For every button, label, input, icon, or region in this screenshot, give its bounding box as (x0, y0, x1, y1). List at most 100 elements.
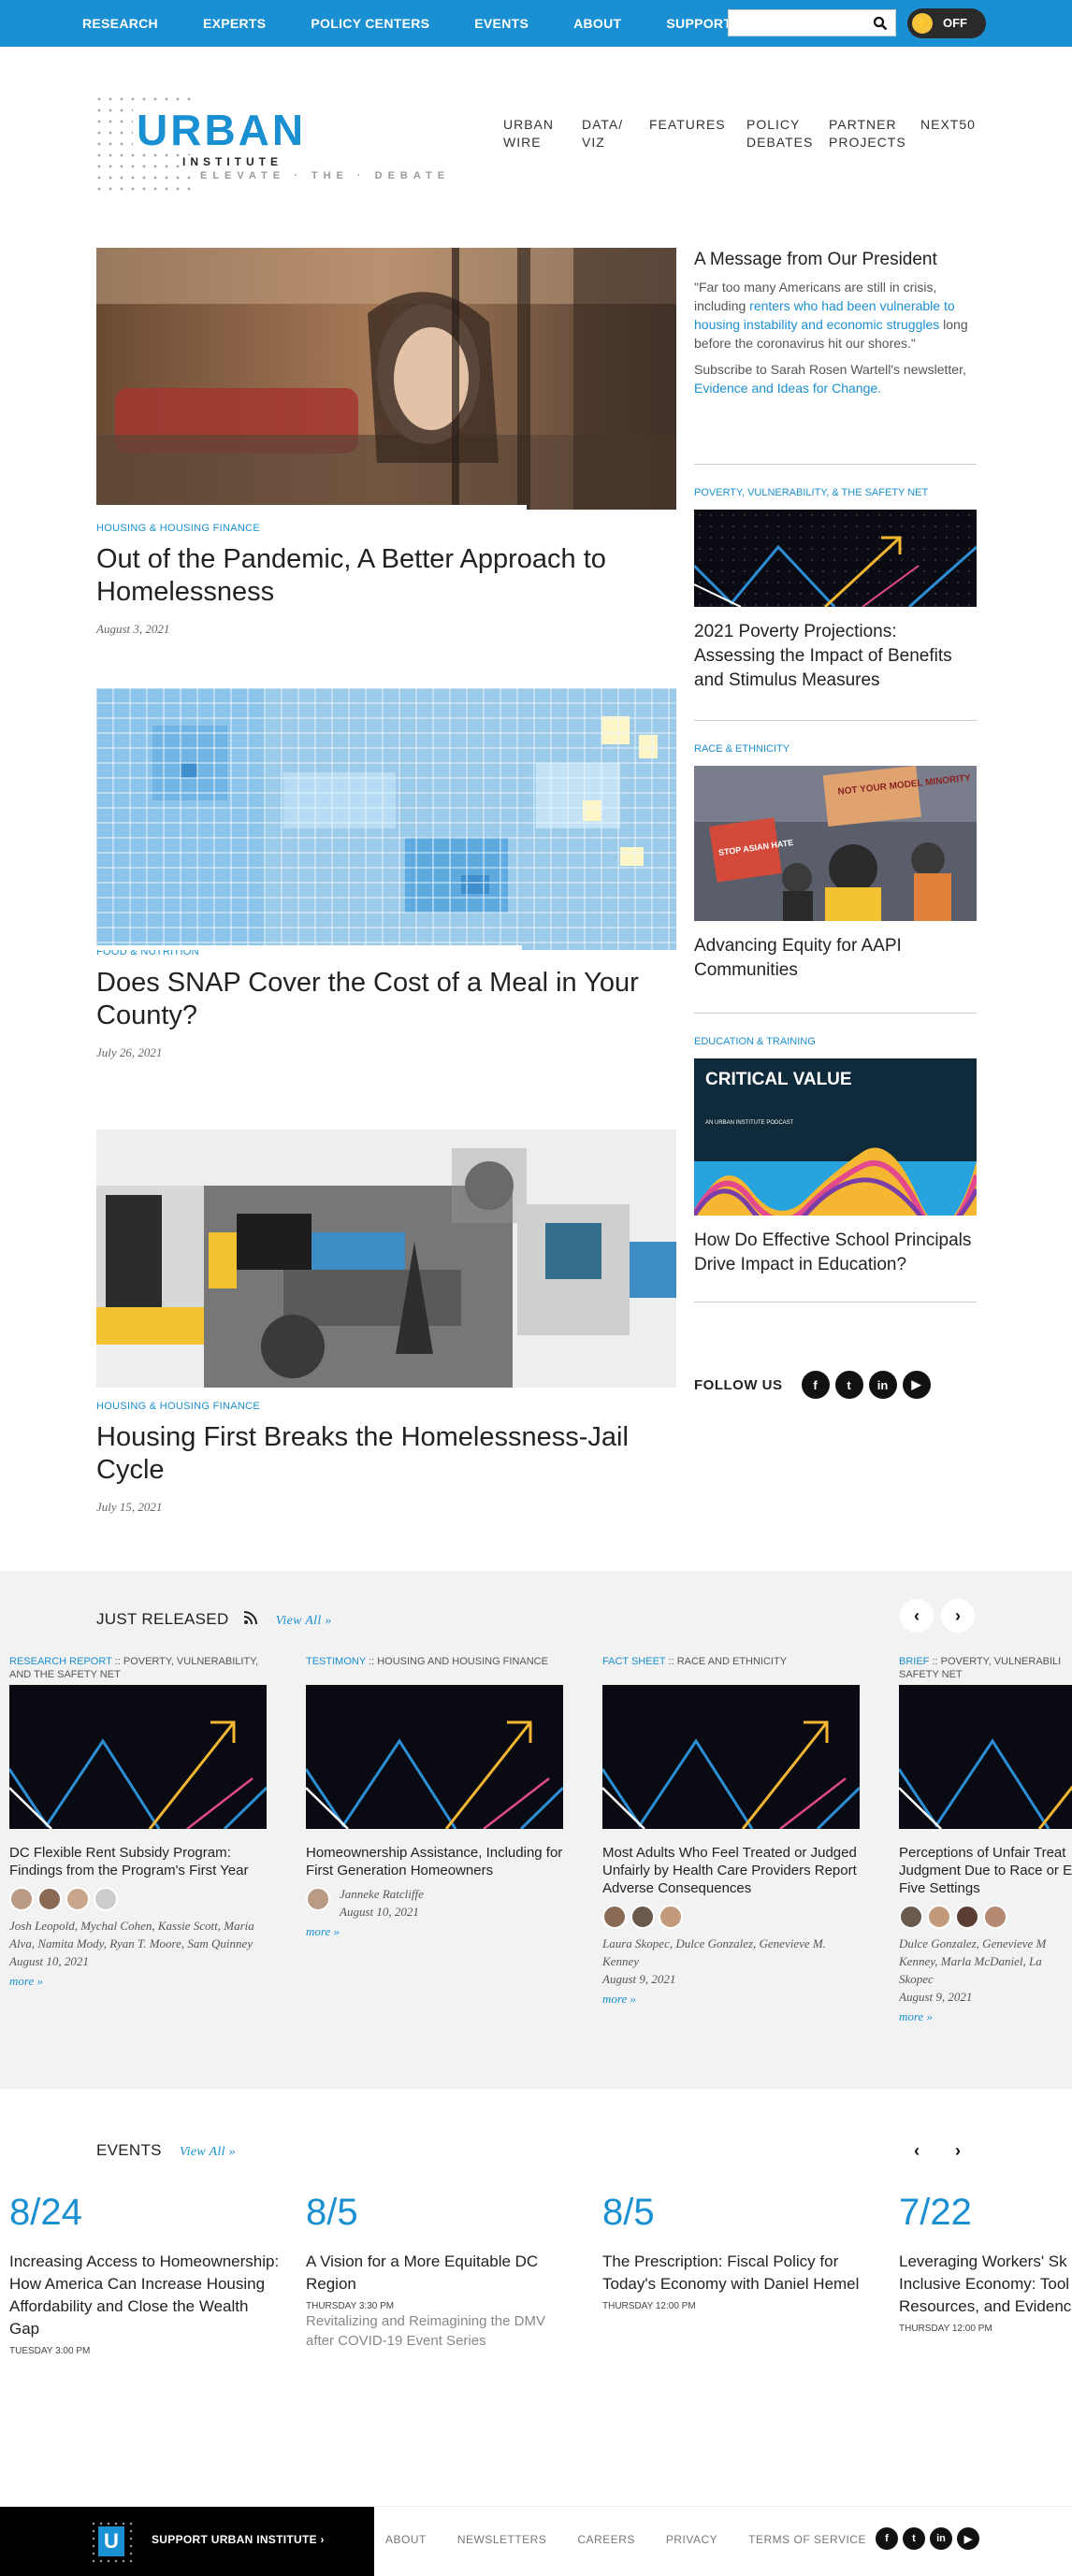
sidebar-image-aapi-rally[interactable]: NOT YOUR MODEL MINORITY STOP ASIAN HATE (694, 766, 977, 921)
dark-mode-toggle[interactable]: ⚡ OFF (907, 8, 986, 38)
event-date[interactable]: 7/22 (899, 2192, 1072, 2234)
avatar[interactable] (659, 1905, 683, 1929)
sidebar-category[interactable]: EDUCATION & TRAINING (694, 1036, 977, 1047)
avatar[interactable] (899, 1905, 923, 1929)
card-authors[interactable]: Dulce Gonzalez, Genevieve M Kenney, Marl… (899, 1935, 1072, 1988)
avatar[interactable] (9, 1887, 34, 1911)
footer-terms[interactable]: TERMS OF SERVICE (748, 2533, 866, 2546)
sidebar-category[interactable]: RACE & ETHNICITY (694, 743, 977, 755)
more-link[interactable]: more » (899, 2009, 1072, 2024)
feature-category[interactable]: HOUSING & HOUSING FINANCE (96, 523, 676, 534)
topnav-events[interactable]: EVENTS (474, 16, 529, 31)
footer-newsletters[interactable]: NEWSLETTERS (457, 2533, 547, 2546)
event-title[interactable]: A Vision for a More Equitable DC Region (306, 2251, 577, 2295)
card-topic[interactable]: HOUSING AND HOUSING FINANCE (377, 1656, 548, 1667)
facebook-icon[interactable]: f (876, 2527, 898, 2550)
avatar[interactable] (306, 1887, 330, 1911)
feature-image-housing-collage[interactable] (96, 1130, 676, 1388)
feature-image-county-map[interactable] (96, 688, 676, 950)
card-type[interactable]: TESTIMONY (306, 1656, 366, 1667)
avatar[interactable] (65, 1887, 90, 1911)
avatar[interactable] (37, 1887, 62, 1911)
sidebar-story[interactable]: POVERTY, VULNERABILITY, & THE SAFETY NET… (694, 464, 977, 693)
linkedin-icon[interactable]: in (868, 1371, 897, 1399)
footer-support-block[interactable]: U SUPPORT URBAN INSTITUTE › (0, 2507, 374, 2576)
footer-careers[interactable]: CAREERS (577, 2533, 635, 2546)
feature-category[interactable]: HOUSING & HOUSING FINANCE (96, 1401, 676, 1412)
release-card[interactable]: TESTIMONY :: HOUSING AND HOUSING FINANCE… (306, 1655, 563, 1939)
footer-logo[interactable]: U (90, 2520, 133, 2563)
card-type[interactable]: BRIEF (899, 1656, 929, 1667)
sidebar-image-critical-value-podcast[interactable]: CRITICAL VALUE AN URBAN INSTITUTE PODCAS… (694, 1058, 977, 1216)
nav-data-viz[interactable]: DATA/ VIZ (582, 116, 629, 151)
facebook-icon[interactable]: f (801, 1371, 830, 1399)
feature-title[interactable]: Housing First Breaks the Homelessness-Ja… (96, 1421, 676, 1487)
event-item[interactable]: 7/22 Leveraging Workers' Sk Inclusive Ec… (899, 2192, 1072, 2334)
card-image-graphic[interactable] (899, 1685, 1072, 1829)
feature-title[interactable]: Out of the Pandemic, A Better Approach t… (96, 543, 676, 609)
event-date[interactable]: 8/5 (602, 2192, 874, 2234)
feature-story[interactable]: FOOD & NUTRITION Does SNAP Cover the Cos… (96, 688, 676, 1060)
card-authors[interactable]: Laura Skopec, Dulce Gonzalez, Genevieve … (602, 1935, 860, 1970)
event-date[interactable]: 8/5 (306, 2192, 577, 2234)
nav-partner-projects[interactable]: PARTNER PROJECTS (829, 116, 905, 151)
topnav-support[interactable]: SUPPORT (666, 16, 732, 31)
card-image-graphic[interactable] (306, 1685, 563, 1829)
card-title[interactable]: DC Flexible Rent Subsidy Program: Findin… (9, 1844, 267, 1879)
avatar[interactable] (927, 1905, 951, 1929)
view-all-link[interactable]: View All » (276, 1614, 332, 1628)
card-image-graphic[interactable] (602, 1685, 860, 1829)
president-heading[interactable]: A Message from Our President (694, 250, 977, 270)
avatar[interactable] (602, 1905, 627, 1929)
linkedin-icon[interactable]: in (930, 2527, 952, 2550)
prev-arrow-icon[interactable]: ‹ (900, 1599, 934, 1633)
card-type[interactable]: FACT SHEET (602, 1656, 665, 1667)
twitter-icon[interactable]: t (903, 2527, 925, 2550)
prev-arrow-icon[interactable]: ‹ (900, 2134, 934, 2167)
event-item[interactable]: 8/24 Increasing Access to Homeownership:… (9, 2192, 281, 2356)
event-date[interactable]: 8/24 (9, 2192, 281, 2234)
footer-privacy[interactable]: PRIVACY (666, 2533, 717, 2546)
release-card[interactable]: RESEARCH REPORT :: POVERTY, VULNERABILIT… (9, 1655, 267, 1989)
topnav-research[interactable]: RESEARCH (82, 16, 158, 31)
newsletter-link[interactable]: Evidence and Ideas for Change. (694, 381, 881, 396)
sidebar-title[interactable]: 2021 Poverty Projections: Assessing the … (694, 620, 977, 693)
topnav-policy-centers[interactable]: POLICY CENTERS (311, 16, 429, 31)
more-link[interactable]: more » (9, 1974, 267, 1989)
feature-title[interactable]: Does SNAP Cover the Cost of a Meal in Yo… (96, 967, 676, 1032)
avatar[interactable] (983, 1905, 1007, 1929)
footer-about[interactable]: ABOUT (385, 2533, 427, 2546)
nav-urban-wire[interactable]: URBAN WIRE (503, 116, 561, 151)
card-image-graphic[interactable] (9, 1685, 267, 1829)
avatar[interactable] (955, 1905, 979, 1929)
urban-institute-logo[interactable]: URBAN INSTITUTE ELEVATE · THE · DEBATE (94, 94, 458, 196)
card-topic[interactable]: RACE AND ETHNICITY (677, 1656, 787, 1667)
next-arrow-icon[interactable]: › (941, 1599, 975, 1633)
nav-features[interactable]: FEATURES (649, 116, 726, 151)
event-item[interactable]: 8/5 A Vision for a More Equitable DC Reg… (306, 2192, 577, 2351)
youtube-icon[interactable]: ▶ (957, 2527, 979, 2550)
more-link[interactable]: more » (306, 1924, 563, 1939)
release-card[interactable]: FACT SHEET :: RACE AND ETHNICITY Most Ad… (602, 1655, 860, 2007)
search-input[interactable] (728, 9, 896, 36)
event-item[interactable]: 8/5 The Prescription: Fiscal Policy for … (602, 2192, 874, 2311)
release-card[interactable]: BRIEF :: POVERTY, VULNERABILI SAFETY NET… (899, 1655, 1072, 2024)
feature-story[interactable]: HOUSING & HOUSING FINANCE Out of the Pan… (96, 248, 676, 637)
card-type[interactable]: RESEARCH REPORT (9, 1656, 112, 1667)
event-title[interactable]: Increasing Access to Homeownership: How … (9, 2251, 281, 2340)
sidebar-story[interactable]: RACE & ETHNICITY NOT YOUR MODEL MINORITY… (694, 720, 977, 983)
twitter-icon[interactable]: t (834, 1371, 863, 1399)
sidebar-story[interactable]: EDUCATION & TRAINING CRITICAL VALUE AN U… (694, 1013, 977, 1302)
event-title[interactable]: Leveraging Workers' Sk Inclusive Economy… (899, 2251, 1072, 2318)
youtube-icon[interactable]: ▶ (902, 1371, 931, 1399)
card-authors[interactable]: Janneke Ratcliffe (340, 1885, 424, 1903)
avatar[interactable] (94, 1887, 118, 1911)
feature-image-woman-window[interactable] (96, 248, 676, 510)
sidebar-category[interactable]: POVERTY, VULNERABILITY, & THE SAFETY NET (694, 487, 977, 498)
search-icon[interactable] (873, 16, 888, 31)
card-title[interactable]: Perceptions of Unfair Treat Judgment Due… (899, 1844, 1072, 1897)
nav-policy-debates[interactable]: POLICY DEBATES (746, 116, 812, 151)
sidebar-title[interactable]: Advancing Equity for AAPI Communities (694, 934, 977, 983)
card-title[interactable]: Most Adults Who Feel Treated or Judged U… (602, 1844, 860, 1897)
sidebar-image-poverty-graphic[interactable] (694, 510, 977, 607)
